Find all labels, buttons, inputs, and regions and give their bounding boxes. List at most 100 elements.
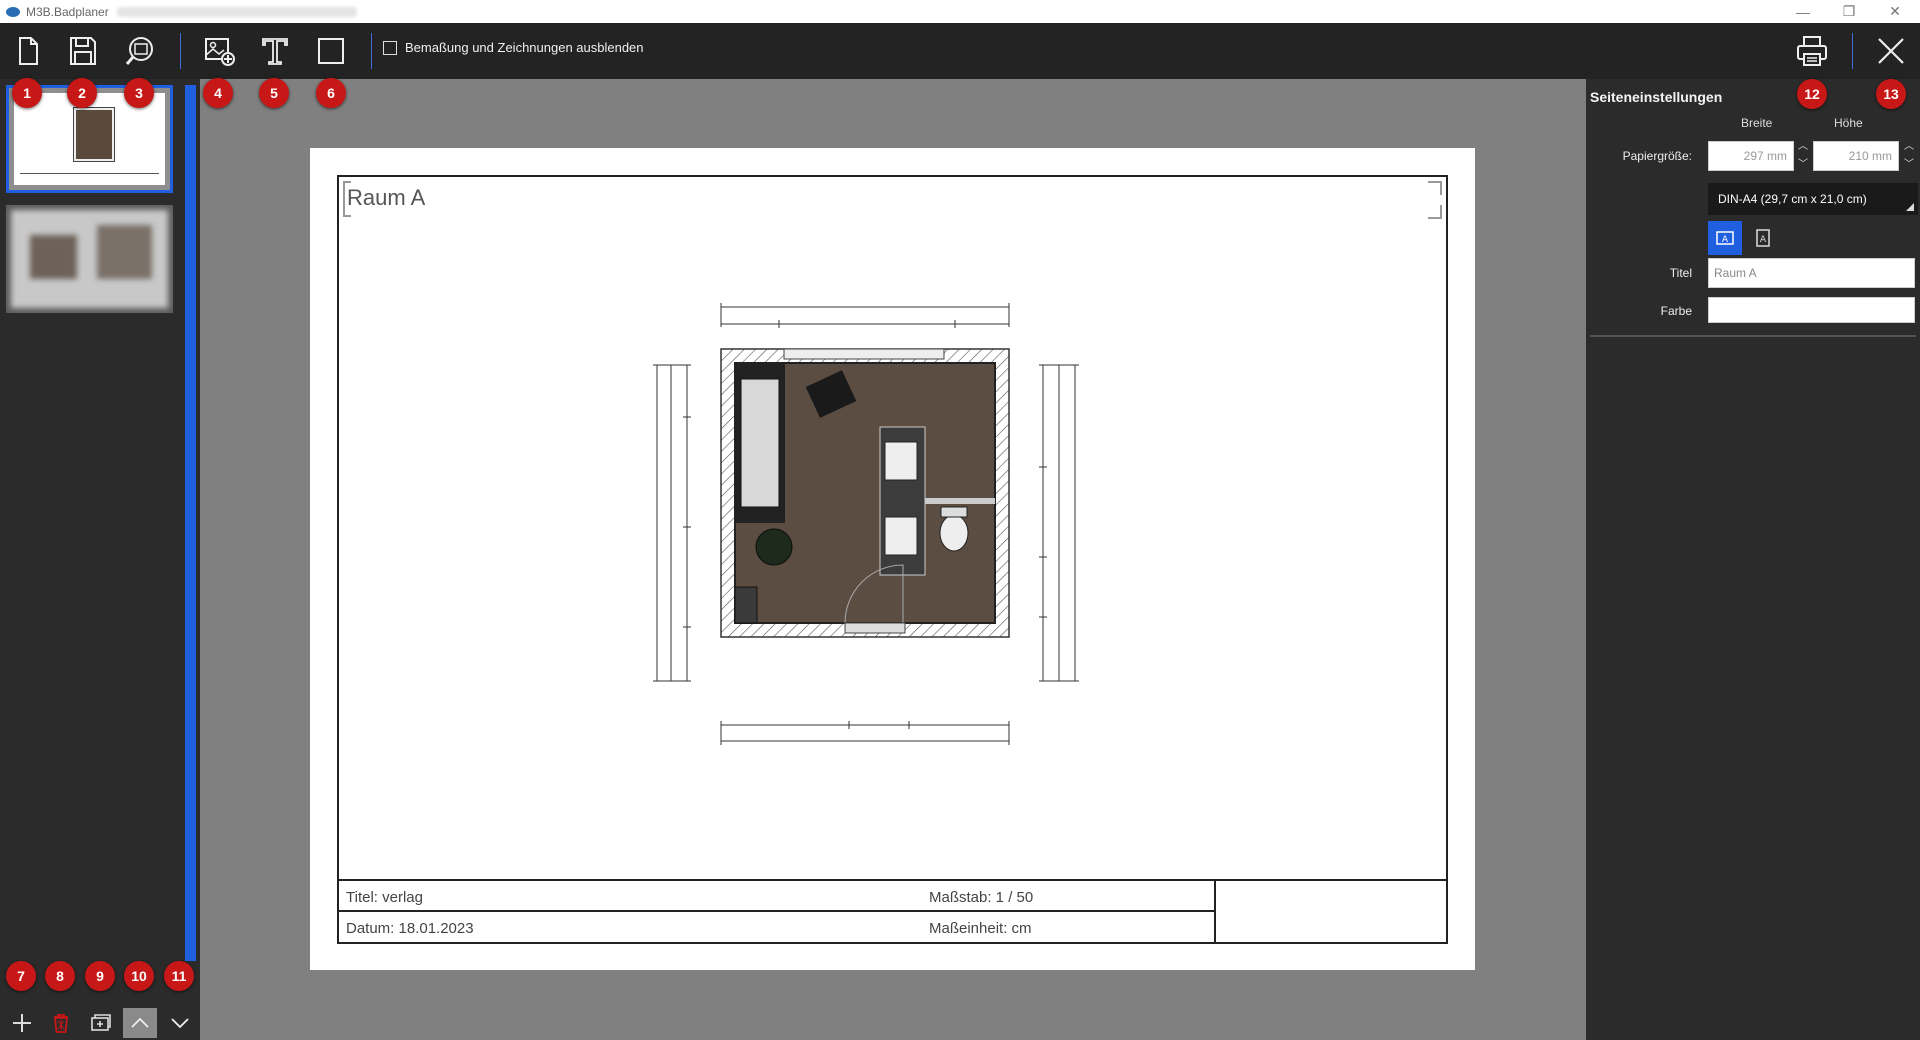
close-icon [1878, 38, 1904, 64]
paper-format-select[interactable]: DIN-A4 (29,7 cm x 21,0 cm) [1708, 183, 1918, 215]
color-input[interactable] [1708, 297, 1915, 323]
title-block: Titel: verlag Maßstab: 1 / 50 Datum: 18.… [339, 879, 1446, 944]
minimize-button[interactable]: — [1780, 0, 1826, 23]
panel-heading: Seiteneinstellungen [1590, 89, 1723, 105]
title-block-datum: Datum: 18.01.2023 [346, 920, 474, 937]
paper-format-value: DIN-A4 (29,7 cm x 21,0 cm) [1718, 192, 1867, 206]
callout-badge-3: 3 [124, 78, 154, 108]
chevron-up-icon [131, 1017, 149, 1028]
title-block-massstab: Maßstab: 1 / 50 [929, 889, 1034, 906]
checkbox-box[interactable] [383, 40, 397, 55]
preview-button[interactable] [120, 31, 160, 71]
portrait-page-icon: A [1756, 229, 1770, 247]
paper-height-stepper[interactable]: ︿ ﹀ [1902, 141, 1916, 171]
thumbnail-blurred-content [97, 224, 153, 279]
thumbnail-page-preview [11, 210, 168, 308]
callout-badge-9: 9 [85, 961, 115, 991]
printer-icon [1797, 36, 1827, 66]
new-document-button[interactable] [8, 31, 48, 71]
title-bar: M3B.Badplaner — ❐ ✕ [0, 0, 1920, 23]
title-block-row-1: Titel: verlag Maßstab: 1 / 50 [339, 881, 1214, 912]
paper-width-stepper[interactable]: ︿ ﹀ [1796, 141, 1810, 171]
sink-2 [884, 516, 918, 556]
landscape-orientation-button[interactable]: A [1708, 221, 1742, 255]
toilet [939, 514, 969, 552]
add-rectangle-button[interactable] [311, 31, 351, 71]
restore-button[interactable]: ❐ [1826, 0, 1872, 23]
page-settings-panel: Seiteneinstellungen Breite Höhe Papiergr… [1586, 79, 1920, 1040]
trash-icon [53, 1014, 69, 1033]
svg-text:A: A [1722, 235, 1729, 245]
toolbar-separator [180, 33, 181, 69]
callout-badge-12: 12 [1797, 79, 1827, 109]
thumbnail-floorplan [73, 106, 115, 163]
landscape-page-icon: A [1716, 231, 1734, 245]
duplicate-page-button[interactable] [84, 1008, 118, 1038]
move-page-up-button[interactable] [123, 1008, 157, 1038]
width-column-header: Breite [1741, 116, 1773, 130]
svg-text:A: A [1760, 235, 1767, 245]
print-button[interactable] [1792, 31, 1832, 71]
window-title-path-redacted [116, 6, 357, 17]
toilet-tank [940, 506, 968, 518]
main-toolbar: Bemaßung und Zeichnungen ausblenden [0, 23, 1920, 79]
paper-size-label: Papiergröße: [1622, 149, 1692, 163]
hide-dimensions-checkbox[interactable]: Bemaßung und Zeichnungen ausblenden [383, 40, 644, 55]
door-opening [844, 622, 906, 634]
duplicate-page-icon [91, 1014, 111, 1031]
stepper-down-icon[interactable]: ﹀ [1798, 159, 1808, 171]
window-close-button[interactable]: ✕ [1872, 0, 1918, 23]
stepper-down-icon[interactable]: ﹀ [1904, 159, 1914, 171]
bathtub [740, 378, 780, 508]
stepper-up-icon[interactable]: ︿ [1904, 141, 1914, 153]
page-thumbnail-2[interactable] [6, 205, 173, 313]
add-page-button[interactable] [5, 1008, 39, 1038]
stepper-up-icon[interactable]: ︿ [1798, 141, 1808, 153]
dropdown-corner-icon [1906, 203, 1914, 211]
paper-height-input[interactable]: 210 mm [1813, 141, 1899, 171]
selection-handle [1428, 205, 1442, 219]
callout-badge-7: 7 [6, 961, 36, 991]
page-frame: Raum A Titel: verlag Maßstab: 1 / 50 Dat… [337, 175, 1448, 944]
bottom-dimension-lines [720, 721, 1010, 745]
add-text-button[interactable] [255, 31, 295, 71]
panel-divider [1590, 335, 1916, 337]
hide-dimensions-label: Bemaßung und Zeichnungen ausblenden [405, 40, 644, 55]
move-page-down-button[interactable] [163, 1008, 197, 1038]
app-logo-icon [6, 6, 20, 17]
callout-badge-13: 13 [1876, 79, 1906, 109]
sidebar-scrollbar[interactable] [185, 85, 196, 961]
title-block-row-2: Datum: 18.01.2023 Maßeinheit: cm [339, 912, 1214, 943]
floor-plan-drawing[interactable] [649, 297, 1129, 777]
title-input[interactable]: Raum A [1708, 258, 1915, 288]
small-cabinet [734, 586, 758, 624]
page-actions-bar [0, 1000, 200, 1040]
delete-page-button[interactable] [44, 1008, 78, 1038]
print-page: Raum A Titel: verlag Maßstab: 1 / 50 Dat… [310, 148, 1475, 970]
app-window: M3B.Badplaner — ❐ ✕ Bemaßung und Zeichnu… [0, 0, 1920, 1040]
selection-handle [1428, 181, 1442, 195]
title-block-titel: Titel: verlag [346, 889, 423, 906]
callout-badge-6: 6 [316, 78, 346, 108]
thumbnail-blurred-content [29, 234, 77, 279]
callout-badge-5: 5 [259, 78, 289, 108]
close-print-view-button[interactable] [1871, 31, 1911, 71]
add-image-icon [205, 38, 235, 66]
save-icon [70, 37, 96, 65]
height-column-header: Höhe [1834, 116, 1863, 130]
chevron-down-icon [171, 1018, 189, 1029]
paper-width-input[interactable]: 297 mm [1708, 141, 1794, 171]
callout-badge-11: 11 [164, 961, 194, 991]
portrait-orientation-button[interactable]: A [1746, 221, 1780, 255]
room-title[interactable]: Raum A [347, 185, 425, 211]
toolbar-separator [371, 33, 372, 69]
color-field-label: Farbe [1660, 304, 1692, 318]
add-image-button[interactable] [199, 31, 239, 71]
title-block-divider [1214, 881, 1216, 944]
callout-badge-10: 10 [124, 961, 154, 991]
right-dimension-lines [1039, 364, 1079, 682]
thumbnail-titleblock-line [20, 172, 159, 174]
magnifier-preview-icon [125, 37, 153, 65]
title-block-masseinheit: Maßeinheit: cm [929, 920, 1032, 937]
save-button[interactable] [63, 31, 103, 71]
